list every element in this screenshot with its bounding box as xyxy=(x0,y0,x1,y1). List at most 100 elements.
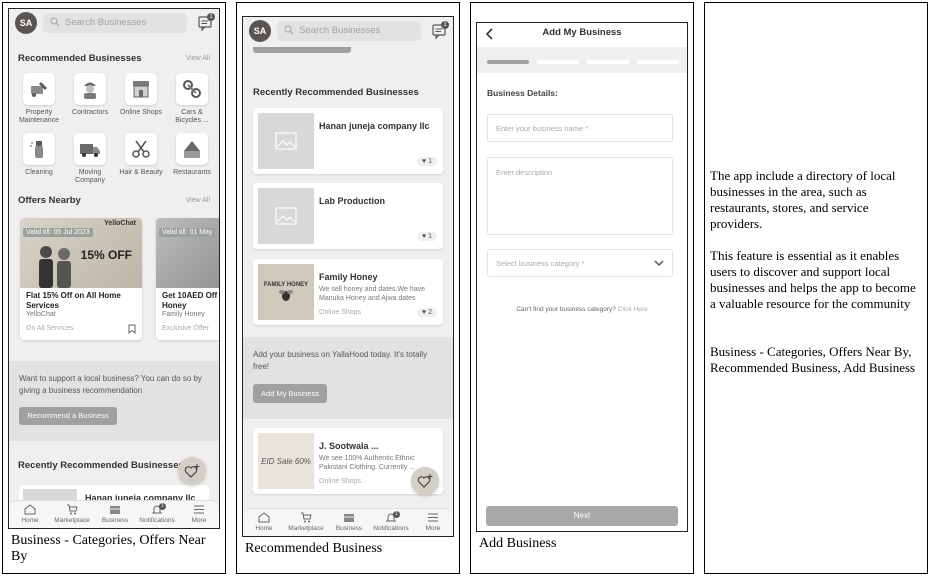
add-my-business-button[interactable]: Add My Business xyxy=(253,384,327,403)
offer-vendor: Family Honey xyxy=(162,311,205,318)
category-contractors[interactable]: Contractors xyxy=(67,73,113,117)
form-body: Business Details: Enter your business na… xyxy=(477,73,687,531)
scissors-icon xyxy=(132,140,150,158)
scrolled-button-edge xyxy=(253,47,351,53)
cart-icon xyxy=(67,504,78,515)
menu-icon xyxy=(194,505,204,514)
business-card[interactable]: Hanan juneja company llc ♥ 1 xyxy=(253,108,443,174)
business-name-field[interactable]: Enter your business name * xyxy=(487,114,673,142)
people-illustration xyxy=(39,246,71,288)
offer-card[interactable]: Valid till: 01 May Get 10AED Off Honey F… xyxy=(156,218,219,340)
description-paragraph-2: This feature is essential as it enables … xyxy=(710,248,916,311)
recommend-fab[interactable] xyxy=(178,457,206,485)
nav-more[interactable]: More xyxy=(413,512,453,532)
shop-icon xyxy=(133,81,149,98)
offer-title: Get 10AED Off Honey xyxy=(162,291,218,310)
heart-plus-icon xyxy=(184,464,200,478)
caption-panel-3: Add Business xyxy=(479,536,557,551)
offers-view-all-link[interactable]: View All xyxy=(186,197,210,204)
recent-title: Recently Recommended Businesses xyxy=(253,87,419,98)
top-bar: SA Search Businesses 1 xyxy=(243,17,453,47)
description-paragraph-1: The app include a directory of local bus… xyxy=(710,168,896,231)
recent-title: Recently Recommended Businesses xyxy=(18,460,184,471)
business-card[interactable]: Lab Production ♥ 1 xyxy=(253,183,443,249)
nav-more[interactable]: More xyxy=(179,504,219,524)
business-name: Lab Production xyxy=(319,196,385,206)
nav-business[interactable]: Business xyxy=(329,512,369,532)
like-count[interactable]: ♥ 1 xyxy=(416,157,437,166)
message-badge: 1 xyxy=(441,21,449,29)
bookmark-icon[interactable] xyxy=(128,324,136,334)
category-restaurants[interactable]: Restaurants xyxy=(169,133,215,177)
home-icon xyxy=(258,512,270,523)
offer-scope: Exclusive Offer xyxy=(162,325,209,332)
business-name: J. Sootwala ... xyxy=(319,441,379,451)
category-select[interactable]: Select business category * xyxy=(487,249,673,277)
offer-brand: YelloChat xyxy=(104,220,136,227)
nav-marketplace[interactable]: Marketplace xyxy=(52,504,92,524)
category-property-maintenance[interactable]: Property Maintenance xyxy=(16,73,62,125)
top-bar: SA Search Businesses 1 xyxy=(9,9,219,37)
section-title: Business Details: xyxy=(487,88,558,98)
like-count[interactable]: ♥ 1 xyxy=(416,232,437,241)
view-all-link[interactable]: View All xyxy=(186,55,210,62)
nav-home[interactable]: Home xyxy=(10,504,50,524)
like-count[interactable]: ♥ 2 xyxy=(416,308,437,317)
search-input[interactable]: Search Businesses xyxy=(43,13,187,33)
business-card[interactable]: FAMILY HONEY Family Honey We sell honey … xyxy=(253,259,443,325)
recommend-business-button[interactable]: Recommend a Business xyxy=(19,407,117,425)
page-title: Add My Business xyxy=(542,27,622,38)
bottom-nav: Home Marketplace Business 1 Notification… xyxy=(9,500,219,528)
business-thumbnail xyxy=(258,113,314,169)
category-moving-company[interactable]: Moving Company xyxy=(67,133,113,185)
spray-icon xyxy=(30,141,43,158)
search-placeholder: Search Businesses xyxy=(299,25,381,36)
nav-business[interactable]: Business xyxy=(95,504,135,524)
next-button[interactable]: Next xyxy=(486,506,678,526)
menu-icon xyxy=(428,513,438,522)
image-placeholder-icon xyxy=(275,132,297,150)
nav-notifications[interactable]: 1 Notifications xyxy=(371,511,411,532)
category-hair-beauty[interactable]: Hair & Beauty xyxy=(118,133,164,177)
offer-card[interactable]: YelloChat 15% OFF Valid till: 05 Jul 202… xyxy=(20,218,142,340)
notification-badge: 1 xyxy=(393,511,400,518)
category-online-shops[interactable]: Online Shops xyxy=(118,73,164,117)
nav-home[interactable]: Home xyxy=(244,512,284,532)
bottom-nav: Home Marketplace Business 1 Notification… xyxy=(243,508,453,536)
home-icon xyxy=(24,504,36,515)
tools-icon xyxy=(31,82,47,97)
business-name: Family Honey xyxy=(319,272,378,282)
header: Add My Business xyxy=(477,23,687,47)
business-category: Online Shops xyxy=(319,478,362,485)
bee-icon xyxy=(279,290,293,301)
search-icon xyxy=(284,25,294,35)
category-cleaning[interactable]: Cleaning xyxy=(16,133,62,177)
search-placeholder: Search Businesses xyxy=(65,17,147,28)
notification-badge: 1 xyxy=(159,503,166,510)
avatar[interactable]: SA xyxy=(249,20,271,42)
business-thumbnail: FAMILY HONEY xyxy=(258,264,314,320)
business-thumbnail: EID Sale 60% xyxy=(258,433,314,489)
chevron-down-icon xyxy=(654,260,664,267)
offer-title: Flat 15% Off on All Home Services xyxy=(26,291,121,310)
caption-panel-2: Recommended Business xyxy=(245,541,383,556)
image-placeholder-icon xyxy=(275,207,297,225)
truck-icon xyxy=(80,144,100,157)
cant-find-text: Can't find your business category? Click… xyxy=(516,306,648,313)
message-badge: 1 xyxy=(207,13,215,21)
click-here-link[interactable]: Click Here xyxy=(618,306,648,313)
recommend-fab[interactable] xyxy=(411,467,439,495)
avatar[interactable]: SA xyxy=(15,12,37,34)
car-icon xyxy=(183,80,201,98)
description-field[interactable]: Enter description xyxy=(487,157,673,235)
search-input[interactable]: Search Businesses xyxy=(277,21,421,41)
recommended-title: Recommended Businesses xyxy=(18,53,142,64)
recommend-promo: Want to support a local business? You ca… xyxy=(9,361,219,441)
category-cars-bicycles[interactable]: Cars & Bicycles ... xyxy=(169,73,215,125)
business-icon xyxy=(110,506,120,514)
phone-screen-1: SA Search Businesses 1 Recommended Busin… xyxy=(8,8,220,529)
nav-notifications[interactable]: 1 Notifications xyxy=(137,503,177,524)
cart-icon xyxy=(301,512,312,523)
phone-screen-3: Add My Business Business Details: Enter … xyxy=(476,22,688,532)
nav-marketplace[interactable]: Marketplace xyxy=(286,512,326,532)
